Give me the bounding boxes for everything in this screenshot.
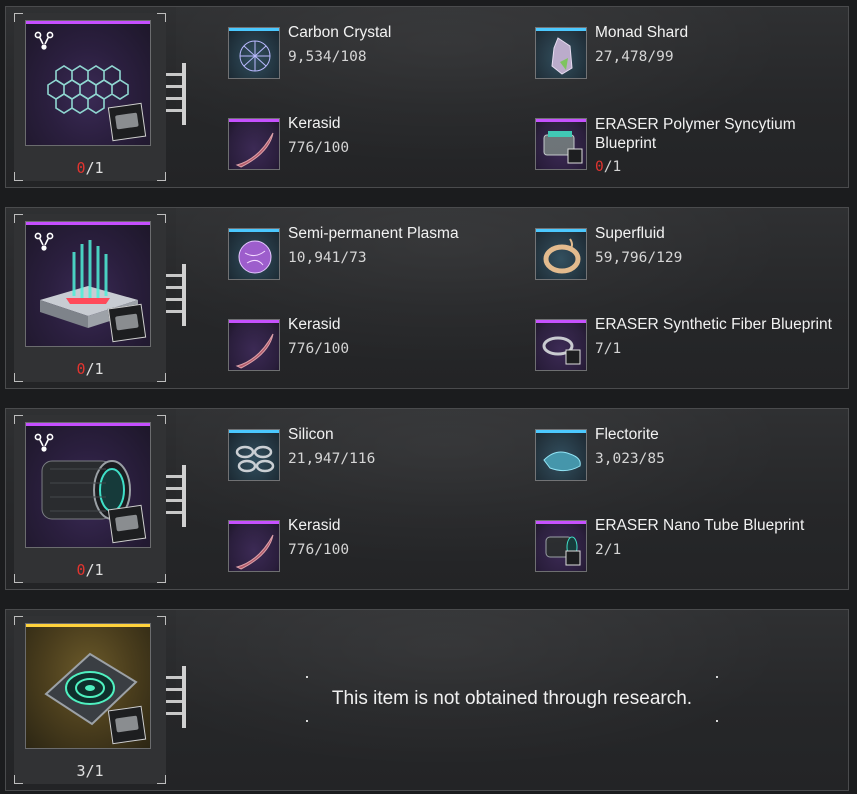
item-slot[interactable]: 3/1 xyxy=(14,616,166,784)
material-count: 21,947/116 xyxy=(288,451,376,467)
synthetic-fiber-blueprint-icon xyxy=(535,319,587,371)
kerasid-horn-icon xyxy=(228,118,280,170)
material-count: 7/1 xyxy=(595,341,622,357)
superfluid-ring-icon xyxy=(535,228,587,280)
connector xyxy=(166,264,186,326)
plasma-orb-icon xyxy=(228,228,280,280)
frame-corner xyxy=(14,616,23,625)
research-panel-2: 0/1 Semi-permanent Plasma 10,941/73 Supe… xyxy=(5,207,849,389)
material-count: 776/100 xyxy=(288,542,350,558)
frame-corner xyxy=(157,13,166,22)
connector xyxy=(166,666,186,728)
item-count: 0/1 xyxy=(76,561,104,579)
polymer-syncytium-blueprint-icon xyxy=(535,118,587,170)
material-name: Kerasid xyxy=(288,316,341,333)
material-count: 9,534/108 xyxy=(288,49,367,65)
frame-corner xyxy=(14,13,23,22)
research-panel-3: 0/1 Silicon 21,947/116 Flectorite 3,023/… xyxy=(5,408,849,590)
silicon-rings-icon xyxy=(228,429,280,481)
blueprint-badge-icon xyxy=(107,102,147,142)
blueprint-badge-icon xyxy=(107,303,147,343)
item-slot[interactable]: 0/1 xyxy=(14,214,166,382)
material-name: ERASER Polymer Syncytium Blueprint xyxy=(595,116,796,152)
device-module-icon xyxy=(25,623,151,749)
research-panel-1: 0/1 Carbon Crystal 9,534/108 Monad Shard… xyxy=(5,6,849,188)
material-count: 2/1 xyxy=(595,542,622,558)
material-name: Carbon Crystal xyxy=(288,24,392,41)
material-name: Superfluid xyxy=(595,225,665,242)
frame-corner xyxy=(157,415,166,424)
frame-corner xyxy=(14,415,23,424)
frame-corner xyxy=(157,616,166,625)
flectorite-icon xyxy=(535,429,587,481)
kerasid-horn-icon xyxy=(228,520,280,572)
nano-tube-cylinder-icon xyxy=(25,422,151,548)
kerasid-horn-icon xyxy=(228,319,280,371)
notice-text: This item is not obtained through resear… xyxy=(331,688,693,709)
monad-shard-icon xyxy=(535,27,587,79)
material-name: Flectorite xyxy=(595,426,659,443)
material-count: 0/1 xyxy=(595,159,622,175)
item-slot[interactable]: 0/1 xyxy=(14,13,166,181)
research-panel-4: 3/1 This item is not obtained through re… xyxy=(5,609,849,791)
material-name: ERASER Nano Tube Blueprint xyxy=(595,517,805,534)
material-count: 27,478/99 xyxy=(595,49,674,65)
nano-tube-blueprint-icon xyxy=(535,520,587,572)
item-count: 0/1 xyxy=(76,360,104,378)
frame-corner xyxy=(157,214,166,223)
hex-mesh-icon xyxy=(25,20,151,146)
blueprint-badge-icon xyxy=(107,504,147,544)
item-count: 0/1 xyxy=(76,159,104,177)
not-researchable-notice: This item is not obtained through resear… xyxy=(306,676,718,722)
plasma-emitter-icon xyxy=(25,221,151,347)
material-count: 10,941/73 xyxy=(288,250,367,266)
carbon-crystal-icon xyxy=(228,27,280,79)
material-count: 3,023/85 xyxy=(595,451,665,467)
material-name: Monad Shard xyxy=(595,24,689,41)
material-name: Kerasid xyxy=(288,115,341,132)
material-name: Silicon xyxy=(288,426,334,443)
material-name: ERASER Synthetic Fiber Blueprint xyxy=(595,316,832,333)
material-count: 776/100 xyxy=(288,140,350,156)
material-name: Semi-permanent Plasma xyxy=(288,225,459,242)
material-count: 59,796/129 xyxy=(595,250,683,266)
blueprint-badge-icon xyxy=(107,705,147,745)
connector xyxy=(166,465,186,527)
item-slot[interactable]: 0/1 xyxy=(14,415,166,583)
frame-corner xyxy=(14,214,23,223)
material-count: 776/100 xyxy=(288,341,350,357)
material-name: Kerasid xyxy=(288,517,341,534)
connector xyxy=(166,63,186,125)
item-count: 3/1 xyxy=(76,762,104,780)
